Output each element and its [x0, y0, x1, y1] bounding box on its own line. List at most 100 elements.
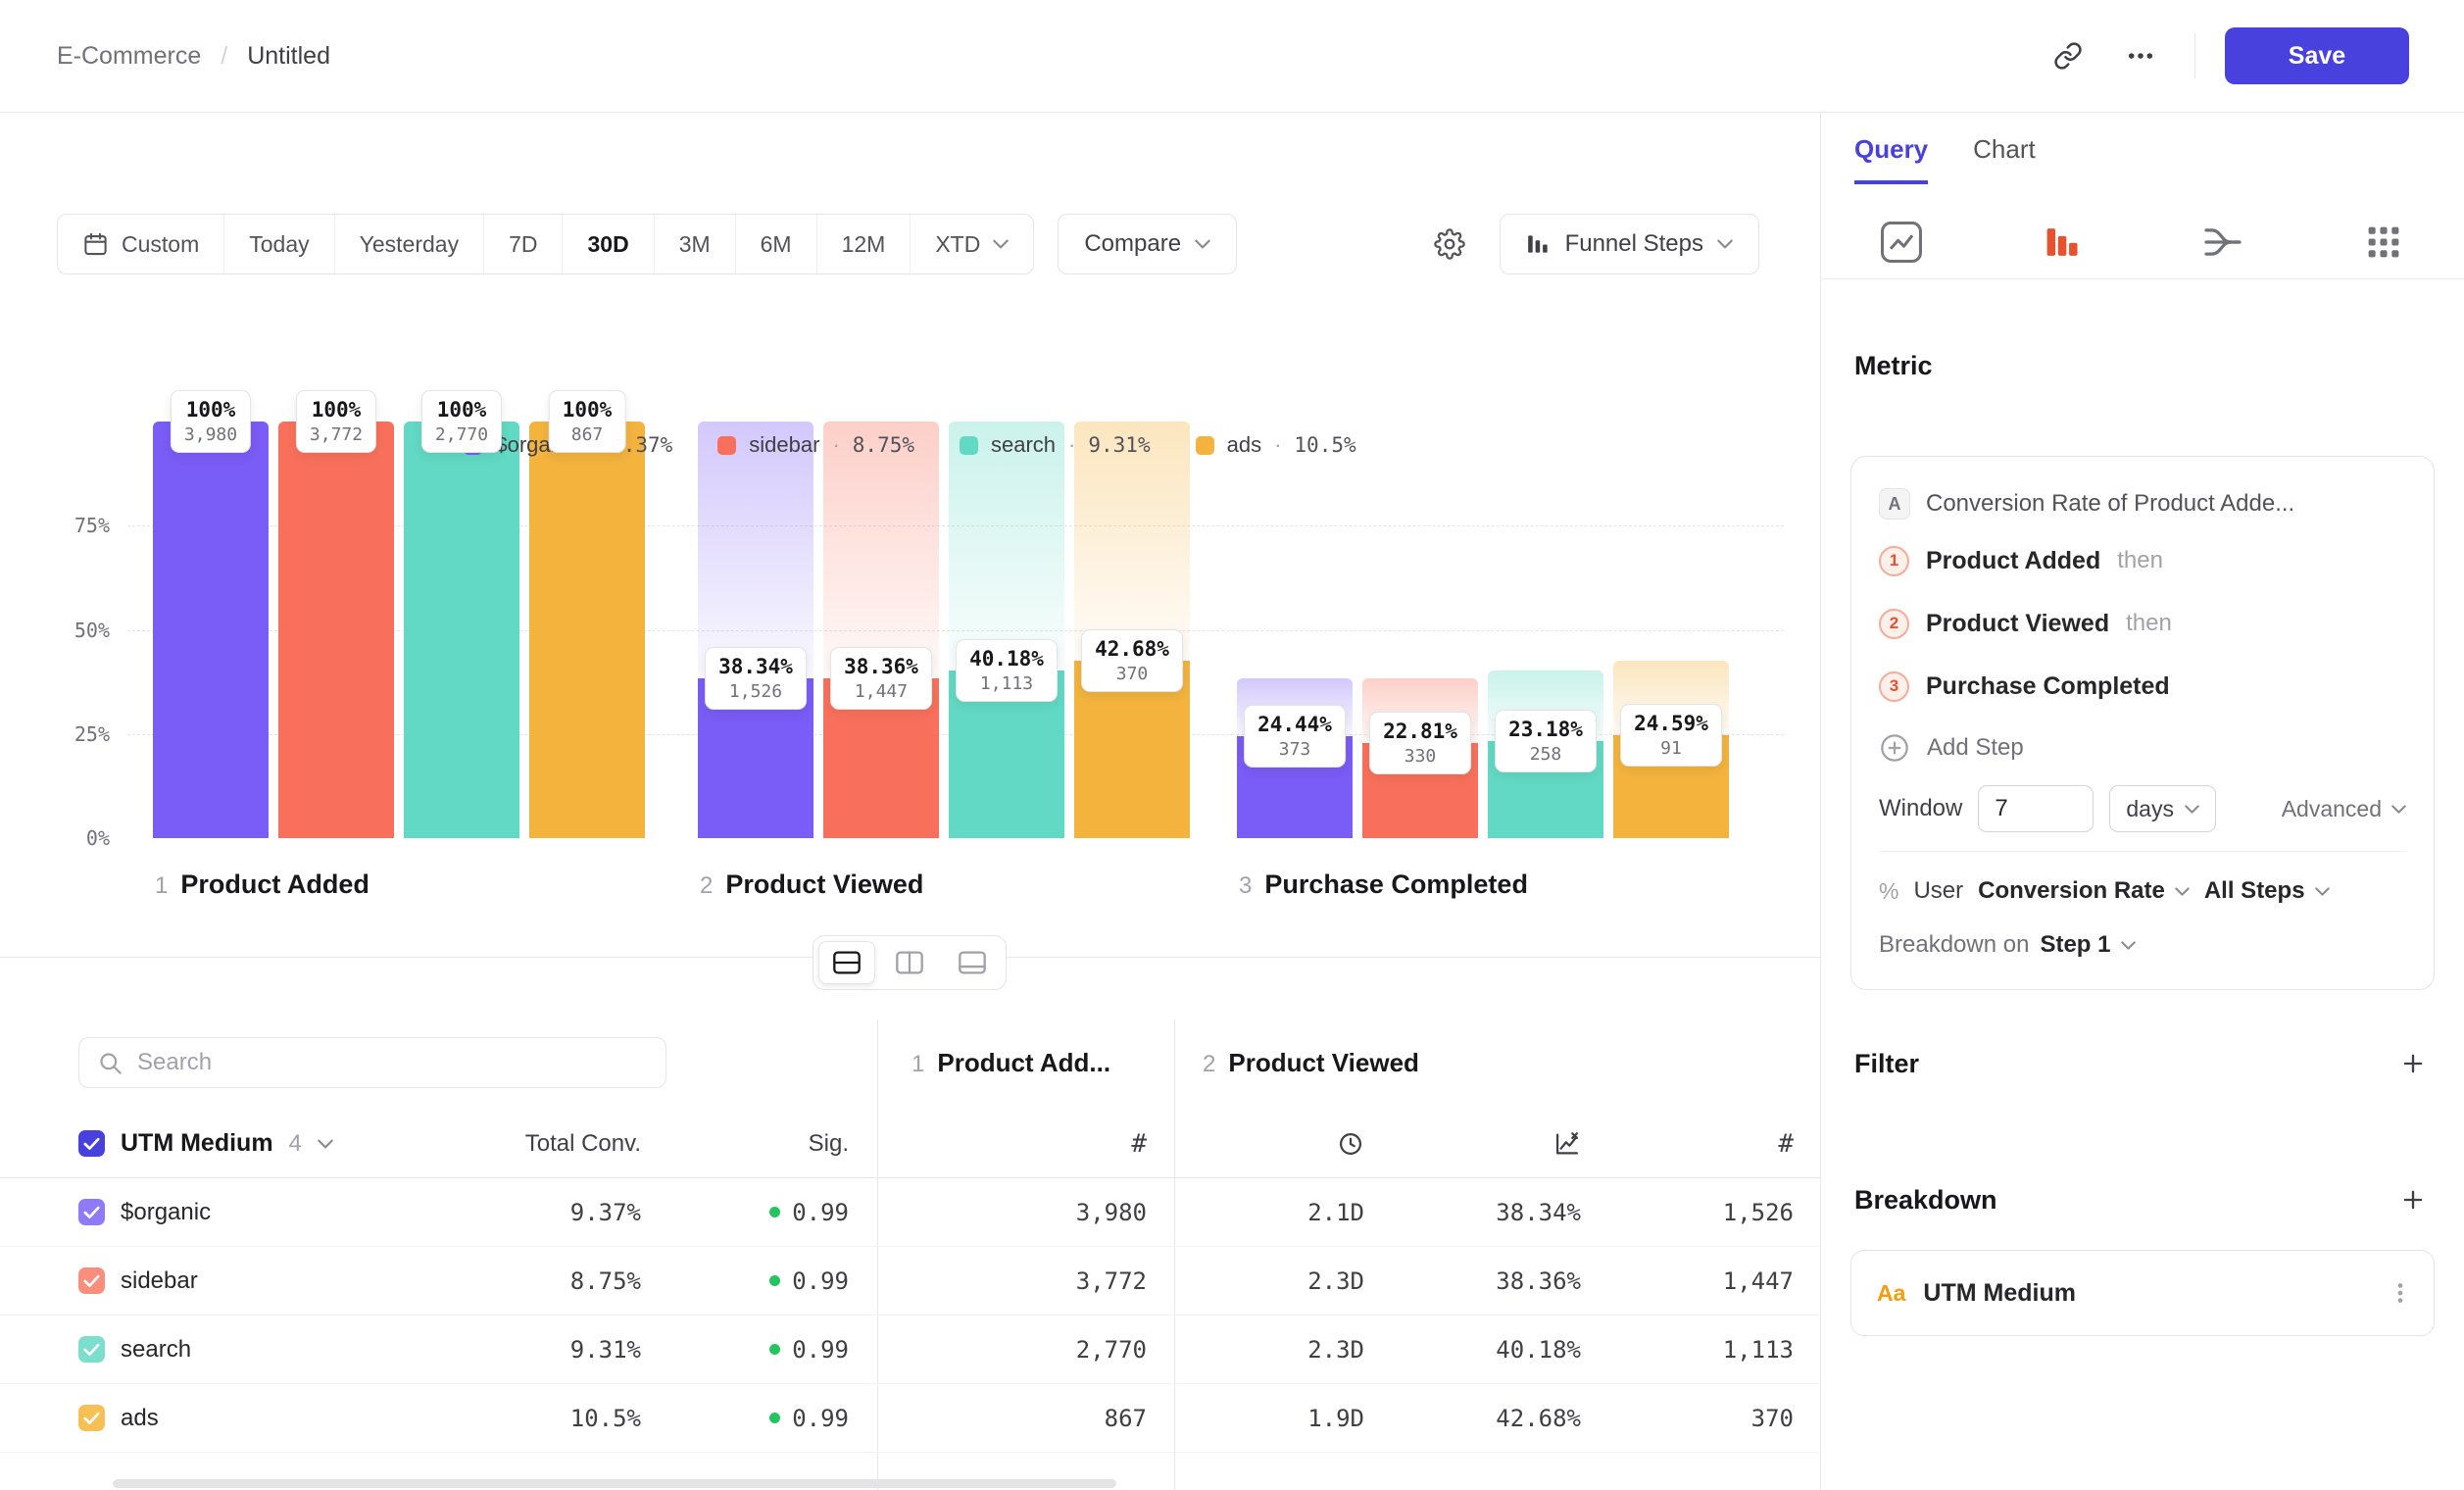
funnel-bar[interactable] — [404, 422, 519, 838]
check-icon — [83, 1412, 100, 1425]
avg-time-column-button[interactable] — [1147, 1130, 1364, 1158]
funnel-bar[interactable] — [949, 670, 1064, 838]
metric-step[interactable]: 1Product Addedthen — [1879, 529, 2406, 592]
settings-gear-button[interactable] — [1425, 220, 1474, 269]
breadcrumb-project[interactable]: E-Commerce — [57, 42, 201, 71]
add-breakdown-button[interactable] — [2391, 1178, 2435, 1221]
breadcrumb: E-Commerce / Untitled — [57, 42, 330, 71]
row-checkbox[interactable] — [78, 1267, 105, 1294]
metric-step[interactable]: 3Purchase Completed — [1879, 655, 2406, 718]
bar-pct-label: 24.44% — [1257, 713, 1332, 736]
row-label-cell: sidebar — [78, 1267, 412, 1295]
funnel-bar[interactable] — [823, 678, 939, 838]
funnel-bar[interactable] — [529, 422, 645, 838]
chevron-down-icon — [993, 239, 1009, 249]
window-unit-select[interactable]: days — [2109, 785, 2216, 832]
breakdown-column-title[interactable]: UTM Medium — [121, 1129, 273, 1158]
step1-count-column-button[interactable]: # — [849, 1129, 1147, 1159]
funnel-bar[interactable] — [1362, 743, 1478, 838]
advanced-button[interactable]: Advanced — [2282, 796, 2406, 822]
chart-type-funnel-tab[interactable] — [1982, 205, 2143, 278]
add-step-button[interactable]: Add Step — [1879, 718, 2406, 778]
group-step-name: Product Viewed — [1228, 1048, 1419, 1078]
legend-item[interactable]: ads·10.5% — [1196, 432, 1356, 458]
date-range-today[interactable]: Today — [224, 215, 334, 273]
funnel-bar[interactable] — [278, 422, 394, 838]
select-all-checkbox[interactable] — [78, 1130, 105, 1157]
chart-type-line-tab[interactable] — [1821, 205, 1982, 278]
chart-type-button[interactable]: Funnel Steps — [1500, 214, 1759, 274]
bar-pct-label: 23.18% — [1508, 718, 1583, 741]
tab-query[interactable]: Query — [1854, 134, 1928, 184]
row-avg-time: 2.3D — [1147, 1336, 1364, 1364]
date-range-custom[interactable]: Custom — [58, 215, 224, 273]
date-range-3m[interactable]: 3M — [655, 215, 736, 273]
legend-item[interactable]: search·9.31% — [960, 432, 1151, 458]
check-icon — [83, 1274, 100, 1288]
funnel-bar[interactable] — [1074, 661, 1190, 838]
funnel-bars-icon — [1526, 232, 1552, 256]
conversion-rate-select[interactable]: Conversion Rate — [1978, 877, 2190, 905]
row-checkbox[interactable] — [78, 1199, 105, 1225]
legend-name: ads — [1227, 432, 1261, 458]
horizontal-scrollbar-thumb[interactable] — [113, 1479, 1116, 1488]
layout-split-horizontal-button[interactable] — [818, 941, 875, 984]
metric-steps: 1Product Addedthen2Product Viewedthen3Pu… — [1879, 529, 2406, 718]
step2-count-column-button[interactable]: # — [1581, 1129, 1794, 1159]
breakdown-heading: Breakdown — [1854, 1185, 1997, 1216]
breakdown-on-select[interactable]: Breakdown on Step 1 — [1879, 931, 2136, 959]
row-checkbox[interactable] — [78, 1336, 105, 1363]
legend-value: 8.75% — [853, 433, 914, 457]
save-button[interactable]: Save — [2225, 27, 2409, 84]
date-range-12m[interactable]: 12M — [817, 215, 912, 273]
chevron-down-icon[interactable] — [318, 1139, 333, 1149]
main-content: CustomTodayYesterday7D30D3M6M12MXTD Comp… — [0, 113, 1820, 1490]
row-step2-pct: 38.36% — [1364, 1267, 1581, 1295]
compare-label: Compare — [1084, 230, 1181, 258]
tab-chart-label: Chart — [1973, 134, 2036, 164]
date-range-xtd[interactable]: XTD — [911, 215, 1033, 273]
chart-type-flows-tab[interactable] — [2143, 205, 2303, 278]
breakdown-item-menu[interactable] — [2379, 1271, 2422, 1315]
funnel-bar[interactable] — [1237, 736, 1353, 838]
metric-title[interactable]: Conversion Rate of Product Adde... — [1926, 490, 2294, 518]
breadcrumb-title[interactable]: Untitled — [247, 42, 330, 71]
toolbar: CustomTodayYesterday7D30D3M6M12MXTD Comp… — [0, 214, 1820, 274]
conv-trend-column-button[interactable] — [1364, 1130, 1581, 1158]
row-avg-time: 2.1D — [1147, 1199, 1364, 1226]
metric-step[interactable]: 2Product Viewedthen — [1879, 592, 2406, 655]
funnel-bar[interactable] — [698, 678, 813, 838]
date-range-6m[interactable]: 6M — [736, 215, 817, 273]
breakdown-item-card[interactable]: Aa UTM Medium — [1850, 1250, 2435, 1336]
compare-button[interactable]: Compare — [1058, 214, 1237, 274]
chart-legend: $organic·9.37% sidebar·8.75% search·9.31% a… — [0, 432, 1820, 458]
all-steps-select[interactable]: All Steps — [2204, 877, 2330, 905]
funnel-bar-remainder — [823, 422, 939, 678]
window-input[interactable] — [1978, 785, 2094, 832]
step-number: 2 — [700, 872, 713, 900]
metric-badge: A — [1879, 488, 1910, 520]
row-checkbox[interactable] — [78, 1405, 105, 1431]
row-step1-count: 867 — [849, 1405, 1147, 1432]
search-input[interactable] — [137, 1049, 648, 1076]
layout-bottom-panel-button[interactable] — [944, 941, 1001, 984]
layout-split-vertical-button[interactable] — [881, 941, 938, 984]
more-options-button[interactable] — [2116, 31, 2165, 80]
funnel-bar[interactable] — [1613, 735, 1729, 838]
add-filter-button[interactable] — [2391, 1042, 2435, 1085]
funnel-bar[interactable] — [1488, 741, 1603, 838]
date-range-7d[interactable]: 7D — [484, 215, 563, 273]
legend-item[interactable]: $organic·9.37% — [464, 432, 672, 458]
funnel-bar[interactable] — [153, 422, 269, 838]
date-range-yesterday[interactable]: Yesterday — [335, 215, 484, 273]
panel-tabs: Query Chart — [1854, 134, 2036, 184]
search-box — [78, 1037, 666, 1088]
date-range-30d[interactable]: 30D — [563, 215, 654, 273]
tab-chart[interactable]: Chart — [1973, 134, 2036, 184]
row-total-conv: 9.31% — [412, 1336, 641, 1364]
legend-item[interactable]: sidebar·8.75% — [717, 432, 914, 458]
total-conv-header[interactable]: Total Conv. — [412, 1130, 641, 1158]
chart-type-grid-tab[interactable] — [2303, 205, 2464, 278]
sig-header[interactable]: Sig. — [641, 1130, 849, 1158]
share-link-button[interactable] — [2044, 31, 2093, 80]
